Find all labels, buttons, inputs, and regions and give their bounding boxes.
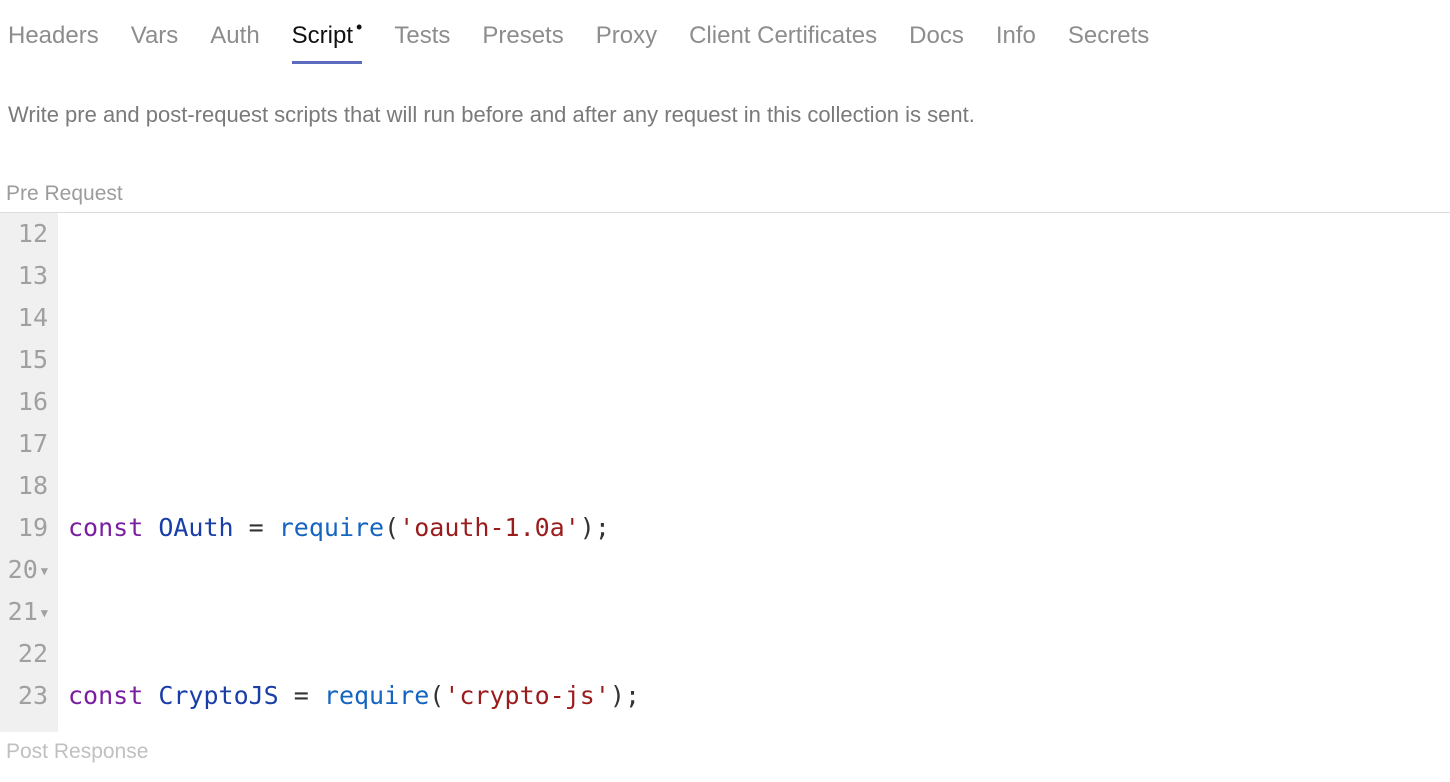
post-response-label: Post Response [0, 732, 1450, 764]
line-number: 16 [6, 381, 48, 423]
line-number: 22 [6, 633, 48, 675]
script-description: Write pre and post-request scripts that … [0, 62, 1450, 128]
tab-presets[interactable]: Presets [482, 22, 563, 62]
line-number: 14 [6, 297, 48, 339]
line-number: 18 [6, 465, 48, 507]
fold-icon[interactable]: ▼ [41, 564, 48, 578]
tab-headers[interactable]: Headers [8, 22, 99, 62]
tab-auth[interactable]: Auth [210, 22, 259, 62]
line-number: 23 [6, 675, 48, 717]
code-line: const OAuth = require('oauth-1.0a'); [68, 507, 1212, 549]
line-number: 17 [6, 423, 48, 465]
editor-gutter: 12 13 14 15 16 17 18 19 20▼ 21▼ 22 23 [0, 213, 58, 732]
pre-request-editor[interactable]: 12 13 14 15 16 17 18 19 20▼ 21▼ 22 23 co… [0, 212, 1450, 732]
code-line: const CryptoJS = require('crypto-js'); [68, 675, 1212, 717]
pre-request-label: Pre Request [0, 128, 1450, 212]
line-number: 15 [6, 339, 48, 381]
tab-proxy[interactable]: Proxy [596, 22, 657, 62]
tab-docs[interactable]: Docs [909, 22, 964, 62]
code-line [68, 339, 1212, 381]
tab-client-certificates[interactable]: Client Certificates [689, 22, 877, 62]
tabs-bar: Headers Vars Auth Script• Tests Presets … [0, 0, 1450, 62]
unsaved-dot-icon: • [356, 17, 362, 37]
line-number: 12 [6, 213, 48, 255]
tab-info[interactable]: Info [996, 22, 1036, 62]
line-number: 21▼ [6, 591, 48, 633]
editor-code[interactable]: const OAuth = require('oauth-1.0a'); con… [58, 213, 1212, 732]
tab-script[interactable]: Script• [292, 22, 363, 62]
line-number: 19 [6, 507, 48, 549]
tab-tests[interactable]: Tests [394, 22, 450, 62]
line-number: 20▼ [6, 549, 48, 591]
tab-vars[interactable]: Vars [131, 22, 179, 62]
tab-script-label: Script [292, 22, 353, 49]
line-number: 13 [6, 255, 48, 297]
fold-icon[interactable]: ▼ [41, 606, 48, 620]
tab-secrets[interactable]: Secrets [1068, 22, 1149, 62]
